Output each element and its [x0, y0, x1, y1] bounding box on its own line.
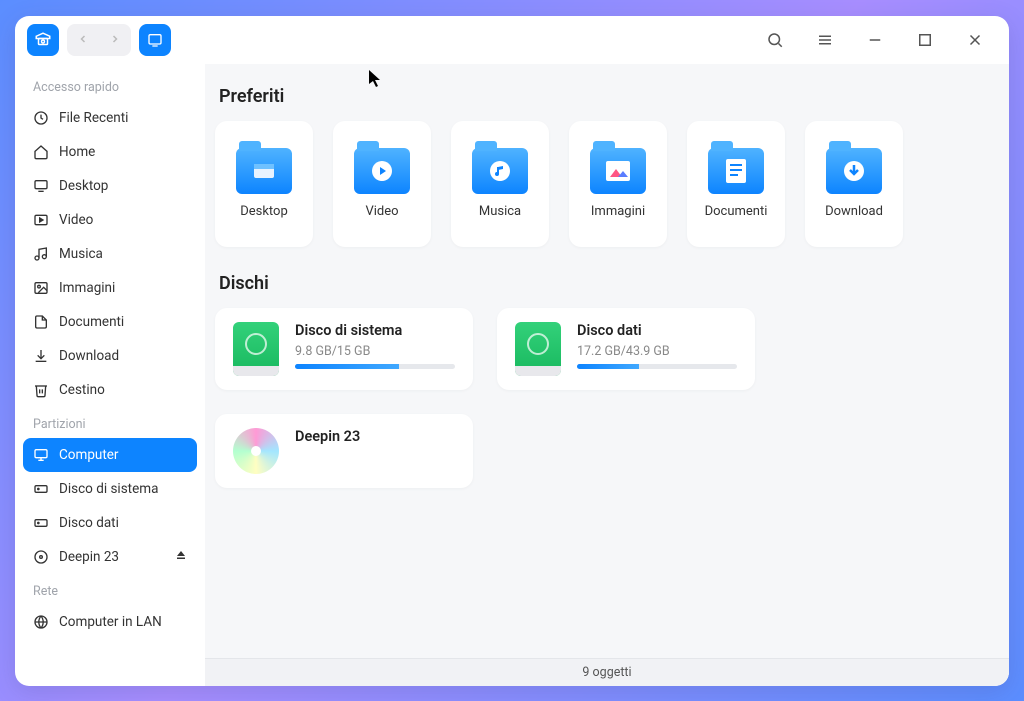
sidebar-item-desktop[interactable]: Desktop [23, 169, 197, 203]
monitor-icon [33, 447, 49, 463]
favorite-download[interactable]: Download [805, 121, 903, 247]
sidebar-item-computer[interactable]: Computer [23, 438, 197, 472]
clock-icon [33, 110, 49, 126]
sidebar-item-label: Desktop [59, 178, 108, 194]
sidebar-item-disco-dati[interactable]: Disco dati [23, 506, 197, 540]
folder-icon [826, 148, 882, 194]
cd-icon [33, 549, 49, 565]
disk-size: 9.8 GB/15 GB [295, 344, 455, 359]
statusbar: 9 oggetti [205, 658, 1009, 686]
sidebar-item-label: Computer in LAN [59, 614, 162, 630]
favorite-label: Documenti [705, 204, 768, 219]
disk-size: 17.2 GB/43.9 GB [577, 344, 737, 359]
sidebar-item-label: Video [59, 212, 93, 228]
sidebar-item-label: Computer [59, 447, 119, 463]
favorites-grid: Desktop Video Musica Immagini Documenti Downl… [215, 121, 999, 247]
folder-icon [708, 148, 764, 194]
search-button[interactable] [759, 24, 791, 56]
sidebar-item-video[interactable]: Video [23, 203, 197, 237]
sidebar-section-header: Accesso rapido [23, 70, 197, 101]
folder-icon [590, 148, 646, 194]
sidebar-item-musica[interactable]: Musica [23, 237, 197, 271]
lan-icon [33, 614, 49, 630]
desktop-icon [33, 178, 49, 194]
sidebar-item-label: Deepin 23 [59, 549, 119, 565]
trash-icon [33, 382, 49, 398]
favorite-label: Desktop [240, 204, 288, 219]
favorite-immagini[interactable]: Immagini [569, 121, 667, 247]
sidebar-item-disco-di-sistema[interactable]: Disco di sistema [23, 472, 197, 506]
sidebar: Accesso rapido File Recenti Home Desktop Vid… [15, 64, 205, 686]
folder-icon [236, 148, 292, 194]
favorite-label: Download [825, 204, 883, 219]
sidebar-item-immagini[interactable]: Immagini [23, 271, 197, 305]
hdd-icon [515, 322, 561, 376]
hdd-icon [233, 322, 279, 376]
content-area: Preferiti Desktop Video Musica Immagini Docu… [205, 64, 1009, 658]
favorite-label: Immagini [591, 204, 645, 219]
titlebar [15, 16, 1009, 64]
disks-heading: Dischi [219, 273, 995, 294]
favorite-desktop[interactable]: Desktop [215, 121, 313, 247]
sidebar-section-header: Rete [23, 574, 197, 605]
sidebar-item-label: Immagini [59, 280, 115, 296]
maximize-button[interactable] [909, 24, 941, 56]
favorites-heading: Preferiti [219, 86, 995, 107]
menu-button[interactable] [809, 24, 841, 56]
sidebar-item-documenti[interactable]: Documenti [23, 305, 197, 339]
sidebar-item-label: Home [59, 144, 95, 160]
app-logo[interactable] [27, 24, 59, 56]
sidebar-item-file-recenti[interactable]: File Recenti [23, 101, 197, 135]
disk-name: Disco di sistema [295, 322, 455, 339]
eject-icon[interactable] [175, 549, 187, 565]
disk-usage-bar [295, 364, 455, 369]
close-button[interactable] [959, 24, 991, 56]
view-mode-button[interactable] [139, 24, 171, 56]
doc-icon [33, 314, 49, 330]
music-icon [33, 246, 49, 262]
hdd-icon [33, 481, 49, 497]
sidebar-item-label: Documenti [59, 314, 124, 330]
disk-name: Disco dati [577, 322, 737, 339]
hdd-icon [33, 515, 49, 531]
minimize-button[interactable] [859, 24, 891, 56]
back-button[interactable] [77, 30, 89, 49]
forward-button[interactable] [109, 30, 121, 49]
sidebar-item-deepin-23[interactable]: Deepin 23 [23, 540, 197, 574]
sidebar-item-label: Disco dati [59, 515, 119, 531]
sidebar-item-home[interactable]: Home [23, 135, 197, 169]
sidebar-item-label: Download [59, 348, 119, 364]
sidebar-item-label: Cestino [59, 382, 105, 398]
disk-disco-di-sistema[interactable]: Disco di sistema 9.8 GB/15 GB [215, 308, 473, 390]
favorite-musica[interactable]: Musica [451, 121, 549, 247]
nav-buttons [67, 24, 131, 56]
disk-disco-dati[interactable]: Disco dati 17.2 GB/43.9 GB [497, 308, 755, 390]
favorite-label: Musica [479, 204, 521, 219]
image-icon [33, 280, 49, 296]
folder-icon [472, 148, 528, 194]
sidebar-item-cestino[interactable]: Cestino [23, 373, 197, 407]
folder-icon [354, 148, 410, 194]
sidebar-item-computer-in-lan[interactable]: Computer in LAN [23, 605, 197, 639]
disk-name: Deepin 23 [295, 428, 455, 445]
cd-icon [233, 428, 279, 474]
sidebar-item-label: File Recenti [59, 110, 128, 126]
main-panel: Preferiti Desktop Video Musica Immagini Docu… [205, 64, 1009, 686]
home-icon [33, 144, 49, 160]
favorite-video[interactable]: Video [333, 121, 431, 247]
sidebar-item-label: Disco di sistema [59, 481, 158, 497]
favorite-documenti[interactable]: Documenti [687, 121, 785, 247]
status-text: 9 oggetti [582, 665, 631, 680]
sidebar-item-download[interactable]: Download [23, 339, 197, 373]
sidebar-section-header: Partizioni [23, 407, 197, 438]
download-icon [33, 348, 49, 364]
file-manager-window: Accesso rapido File Recenti Home Desktop Vid… [15, 16, 1009, 686]
favorite-label: Video [365, 204, 398, 219]
disk-deepin-23[interactable]: Deepin 23 [215, 414, 473, 488]
video-icon [33, 212, 49, 228]
sidebar-item-label: Musica [59, 246, 103, 262]
disk-usage-bar [577, 364, 737, 369]
disks-grid: Disco di sistema 9.8 GB/15 GB Disco dati 17… [215, 308, 999, 488]
